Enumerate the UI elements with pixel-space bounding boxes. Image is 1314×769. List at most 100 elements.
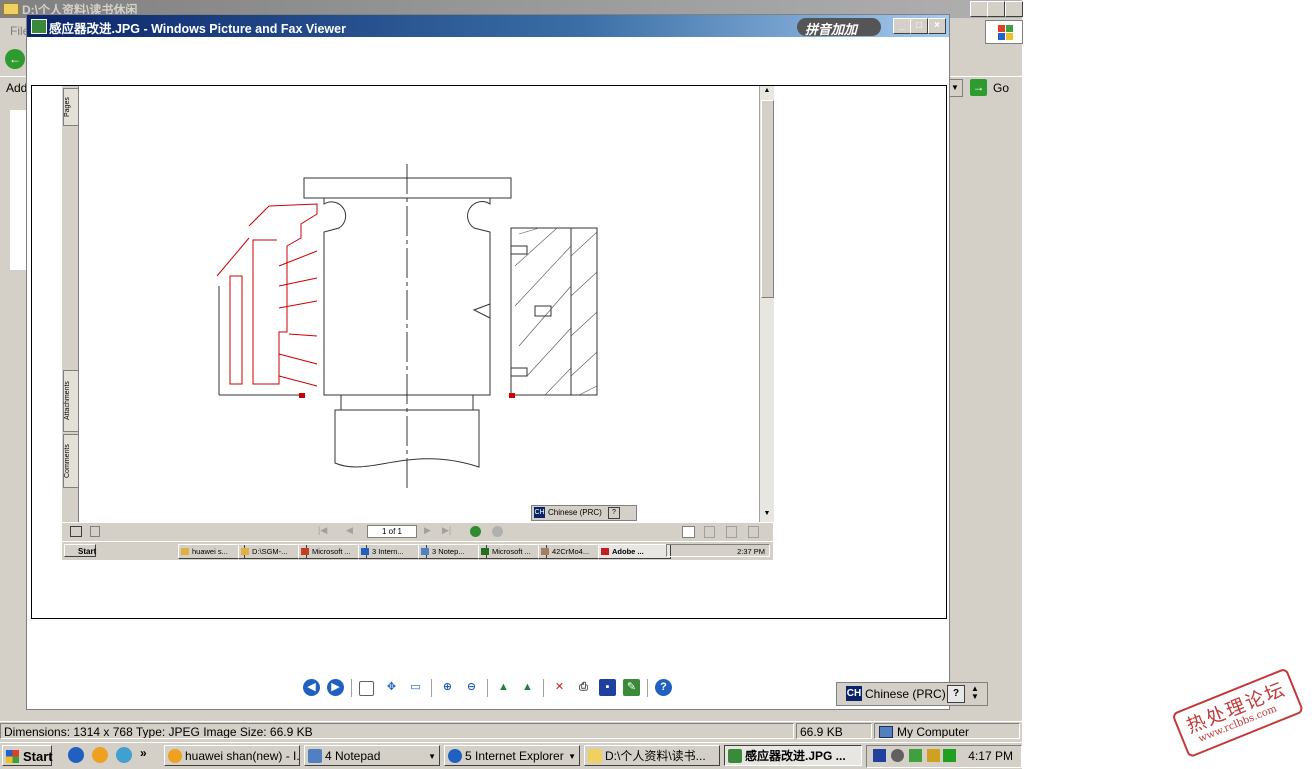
zoom-in-icon[interactable]: ⊕ xyxy=(439,679,456,696)
next-image-icon[interactable]: ▶ xyxy=(327,679,344,696)
go-button[interactable]: Go xyxy=(993,81,1009,95)
pdf-language-name: Chinese (PRC) xyxy=(548,508,602,517)
actual-size-icon[interactable]: ✥ xyxy=(383,679,400,696)
continuous-facing-icon[interactable] xyxy=(748,526,759,538)
inner-clock: 2:37 PM xyxy=(737,547,765,556)
edit-icon[interactable]: ✎ xyxy=(623,679,640,696)
viewer-titlebar[interactable]: 感应器改进.JPG - Windows Picture and Fax View… xyxy=(27,15,949,38)
pdf-scrollbar[interactable]: ▲ ▼ xyxy=(759,86,774,522)
best-fit-icon[interactable] xyxy=(359,681,374,696)
continuous-icon[interactable] xyxy=(704,526,715,538)
image-canvas: Pages Attachments Comments ▲ ▼ CH Chines… xyxy=(31,85,947,619)
pdf-help-icon[interactable]: ? xyxy=(608,507,620,519)
bg-close-button[interactable]: × xyxy=(1005,1,1023,17)
start-button[interactable]: Start xyxy=(2,745,53,766)
pinyin-label: 拼音加加 xyxy=(805,23,858,38)
status-details: Dimensions: 1314 x 768 Type: JPEG Image … xyxy=(0,723,794,739)
rotate-counterclockwise-icon[interactable]: ▲ xyxy=(519,679,536,696)
picture-viewer-window: 感应器改进.JPG - Windows Picture and Fax View… xyxy=(26,14,950,710)
ch-code: CH xyxy=(534,507,545,518)
status-zone-label: My Computer xyxy=(897,725,970,739)
taskbar-item-notepad[interactable]: 4 Notepad ▼ xyxy=(304,745,440,766)
inner-task-4[interactable]: 3 Notep... xyxy=(418,544,487,559)
taskbar-item-ie[interactable]: 5 Internet Explorer ▼ xyxy=(444,745,580,766)
tab-pages[interactable]: Pages xyxy=(63,88,79,126)
language-name[interactable]: Chinese (PRC) xyxy=(865,687,946,701)
next-page-icon[interactable]: ▶ xyxy=(424,525,431,536)
last-page-icon[interactable]: ▶| xyxy=(442,525,451,536)
go-arrow-icon[interactable]: → xyxy=(970,79,987,96)
tab-attachments[interactable]: Attachments xyxy=(63,370,79,432)
language-bar[interactable]: CH Chinese (PRC) ? ▲ ▼ xyxy=(836,682,988,706)
go-forward-icon[interactable] xyxy=(492,526,503,537)
viewer-toolbar: ◀ ▶ ✥ ▭ ⊕ ⊖ ▲ ▲ ✕ ⎙ ▪ ✎ ? xyxy=(301,675,681,701)
page-number-input[interactable]: 1 of 1 xyxy=(367,525,417,538)
taskbar-item-folder[interactable]: D:\个人资料\读书... xyxy=(584,745,720,766)
pinyin-ime-badge[interactable]: 拼音加加 xyxy=(797,16,897,38)
volume-icon[interactable] xyxy=(891,749,904,762)
status-bar: Dimensions: 1314 x 768 Type: JPEG Image … xyxy=(0,721,1022,742)
folder-icon xyxy=(3,3,19,15)
scroll-down-icon[interactable]: ▼ xyxy=(762,510,772,520)
single-page-icon[interactable] xyxy=(682,526,695,538)
inner-task-7[interactable]: Adobe ... xyxy=(598,544,671,559)
delete-icon[interactable]: ✕ xyxy=(551,679,568,696)
display-tray-icon[interactable] xyxy=(943,749,956,762)
inner-task-2[interactable]: Microsoft ... xyxy=(298,544,367,559)
embedded-screenshot: Pages Attachments Comments ▲ ▼ CH Chines… xyxy=(47,86,774,560)
language-help-icon[interactable]: ? xyxy=(947,685,965,703)
language-options-icon[interactable]: ▲ ▼ xyxy=(971,685,979,701)
desktop-quicklaunch-icon[interactable] xyxy=(116,747,132,763)
language-code[interactable]: CH xyxy=(846,686,862,701)
slideshow-icon[interactable]: ▭ xyxy=(407,679,424,696)
pdf-language-bar[interactable]: CH Chinese (PRC) ? xyxy=(531,505,637,521)
inner-task-5[interactable]: Microsoft ... xyxy=(478,544,547,559)
print-icon[interactable]: ⎙ xyxy=(575,679,592,696)
system-tray: 4:17 PM xyxy=(866,745,1022,768)
help-icon[interactable]: ? xyxy=(655,679,672,696)
bg-restore-button[interactable]: ❐ xyxy=(987,1,1005,17)
back-arrow-icon[interactable]: ← xyxy=(5,49,25,69)
taskbar: Start » huawei shan(new) - I... 4 Notepa… xyxy=(0,742,1022,769)
zoom-out-icon[interactable]: ⊖ xyxy=(463,679,480,696)
inner-task-0[interactable]: huawei s... xyxy=(178,544,245,559)
forum-watermark: 热处理论坛 www.rclbbs.com xyxy=(1171,666,1308,760)
previous-image-icon[interactable]: ◀ xyxy=(303,679,320,696)
clock: 4:17 PM xyxy=(968,749,1013,763)
rotate-clockwise-icon[interactable]: ▲ xyxy=(495,679,512,696)
network-icon[interactable] xyxy=(873,749,886,762)
bg-minimize-button[interactable]: _ xyxy=(970,1,988,17)
scroll-up-icon[interactable]: ▲ xyxy=(762,87,772,97)
address-label: Add xyxy=(6,81,28,95)
page-layout-icon[interactable] xyxy=(70,526,82,537)
tab-comments[interactable]: Comments xyxy=(63,434,79,488)
app-tray-icon[interactable] xyxy=(909,749,922,762)
viewer-minimize-button[interactable]: _ xyxy=(893,18,911,34)
inner-start-button[interactable]: Start xyxy=(64,544,96,557)
status-size: 66.9 KB xyxy=(796,723,872,739)
status-zone: My Computer xyxy=(874,723,1020,739)
technical-drawing xyxy=(216,164,598,491)
pdf-navigation-bar: |◀ ◀ ▶ ▶| xyxy=(62,522,773,541)
my-computer-icon xyxy=(879,726,893,738)
app-quicklaunch-icon[interactable] xyxy=(92,747,108,763)
quicklaunch-more-icon[interactable]: » xyxy=(140,746,147,760)
start-label: Start xyxy=(23,749,53,764)
save-icon[interactable]: ▪ xyxy=(599,679,616,696)
facing-icon[interactable] xyxy=(726,526,737,538)
taskbar-item-huawei[interactable]: huawei shan(new) - I... xyxy=(164,745,300,766)
first-page-icon[interactable]: |◀ xyxy=(318,525,327,536)
pen-tray-icon[interactable] xyxy=(927,749,940,762)
page-thumb-icon[interactable] xyxy=(90,526,100,537)
inner-task-1[interactable]: D:\SGM-... xyxy=(238,544,307,559)
viewer-maximize-button[interactable]: □ xyxy=(910,18,928,34)
taskbar-item-viewer[interactable]: 感应器改进.JPG ... xyxy=(724,745,862,766)
inner-task-3[interactable]: 3 Intern... xyxy=(358,544,427,559)
go-back-icon[interactable] xyxy=(470,526,481,537)
scroll-thumb[interactable] xyxy=(761,100,774,298)
viewer-close-button[interactable]: × xyxy=(928,18,946,34)
ie-quicklaunch-icon[interactable] xyxy=(68,747,84,763)
prev-page-icon[interactable]: ◀ xyxy=(346,525,353,536)
pdf-side-tabs: Pages Attachments Comments xyxy=(62,86,79,522)
inner-task-6[interactable]: 42CrMo4... xyxy=(538,544,607,559)
